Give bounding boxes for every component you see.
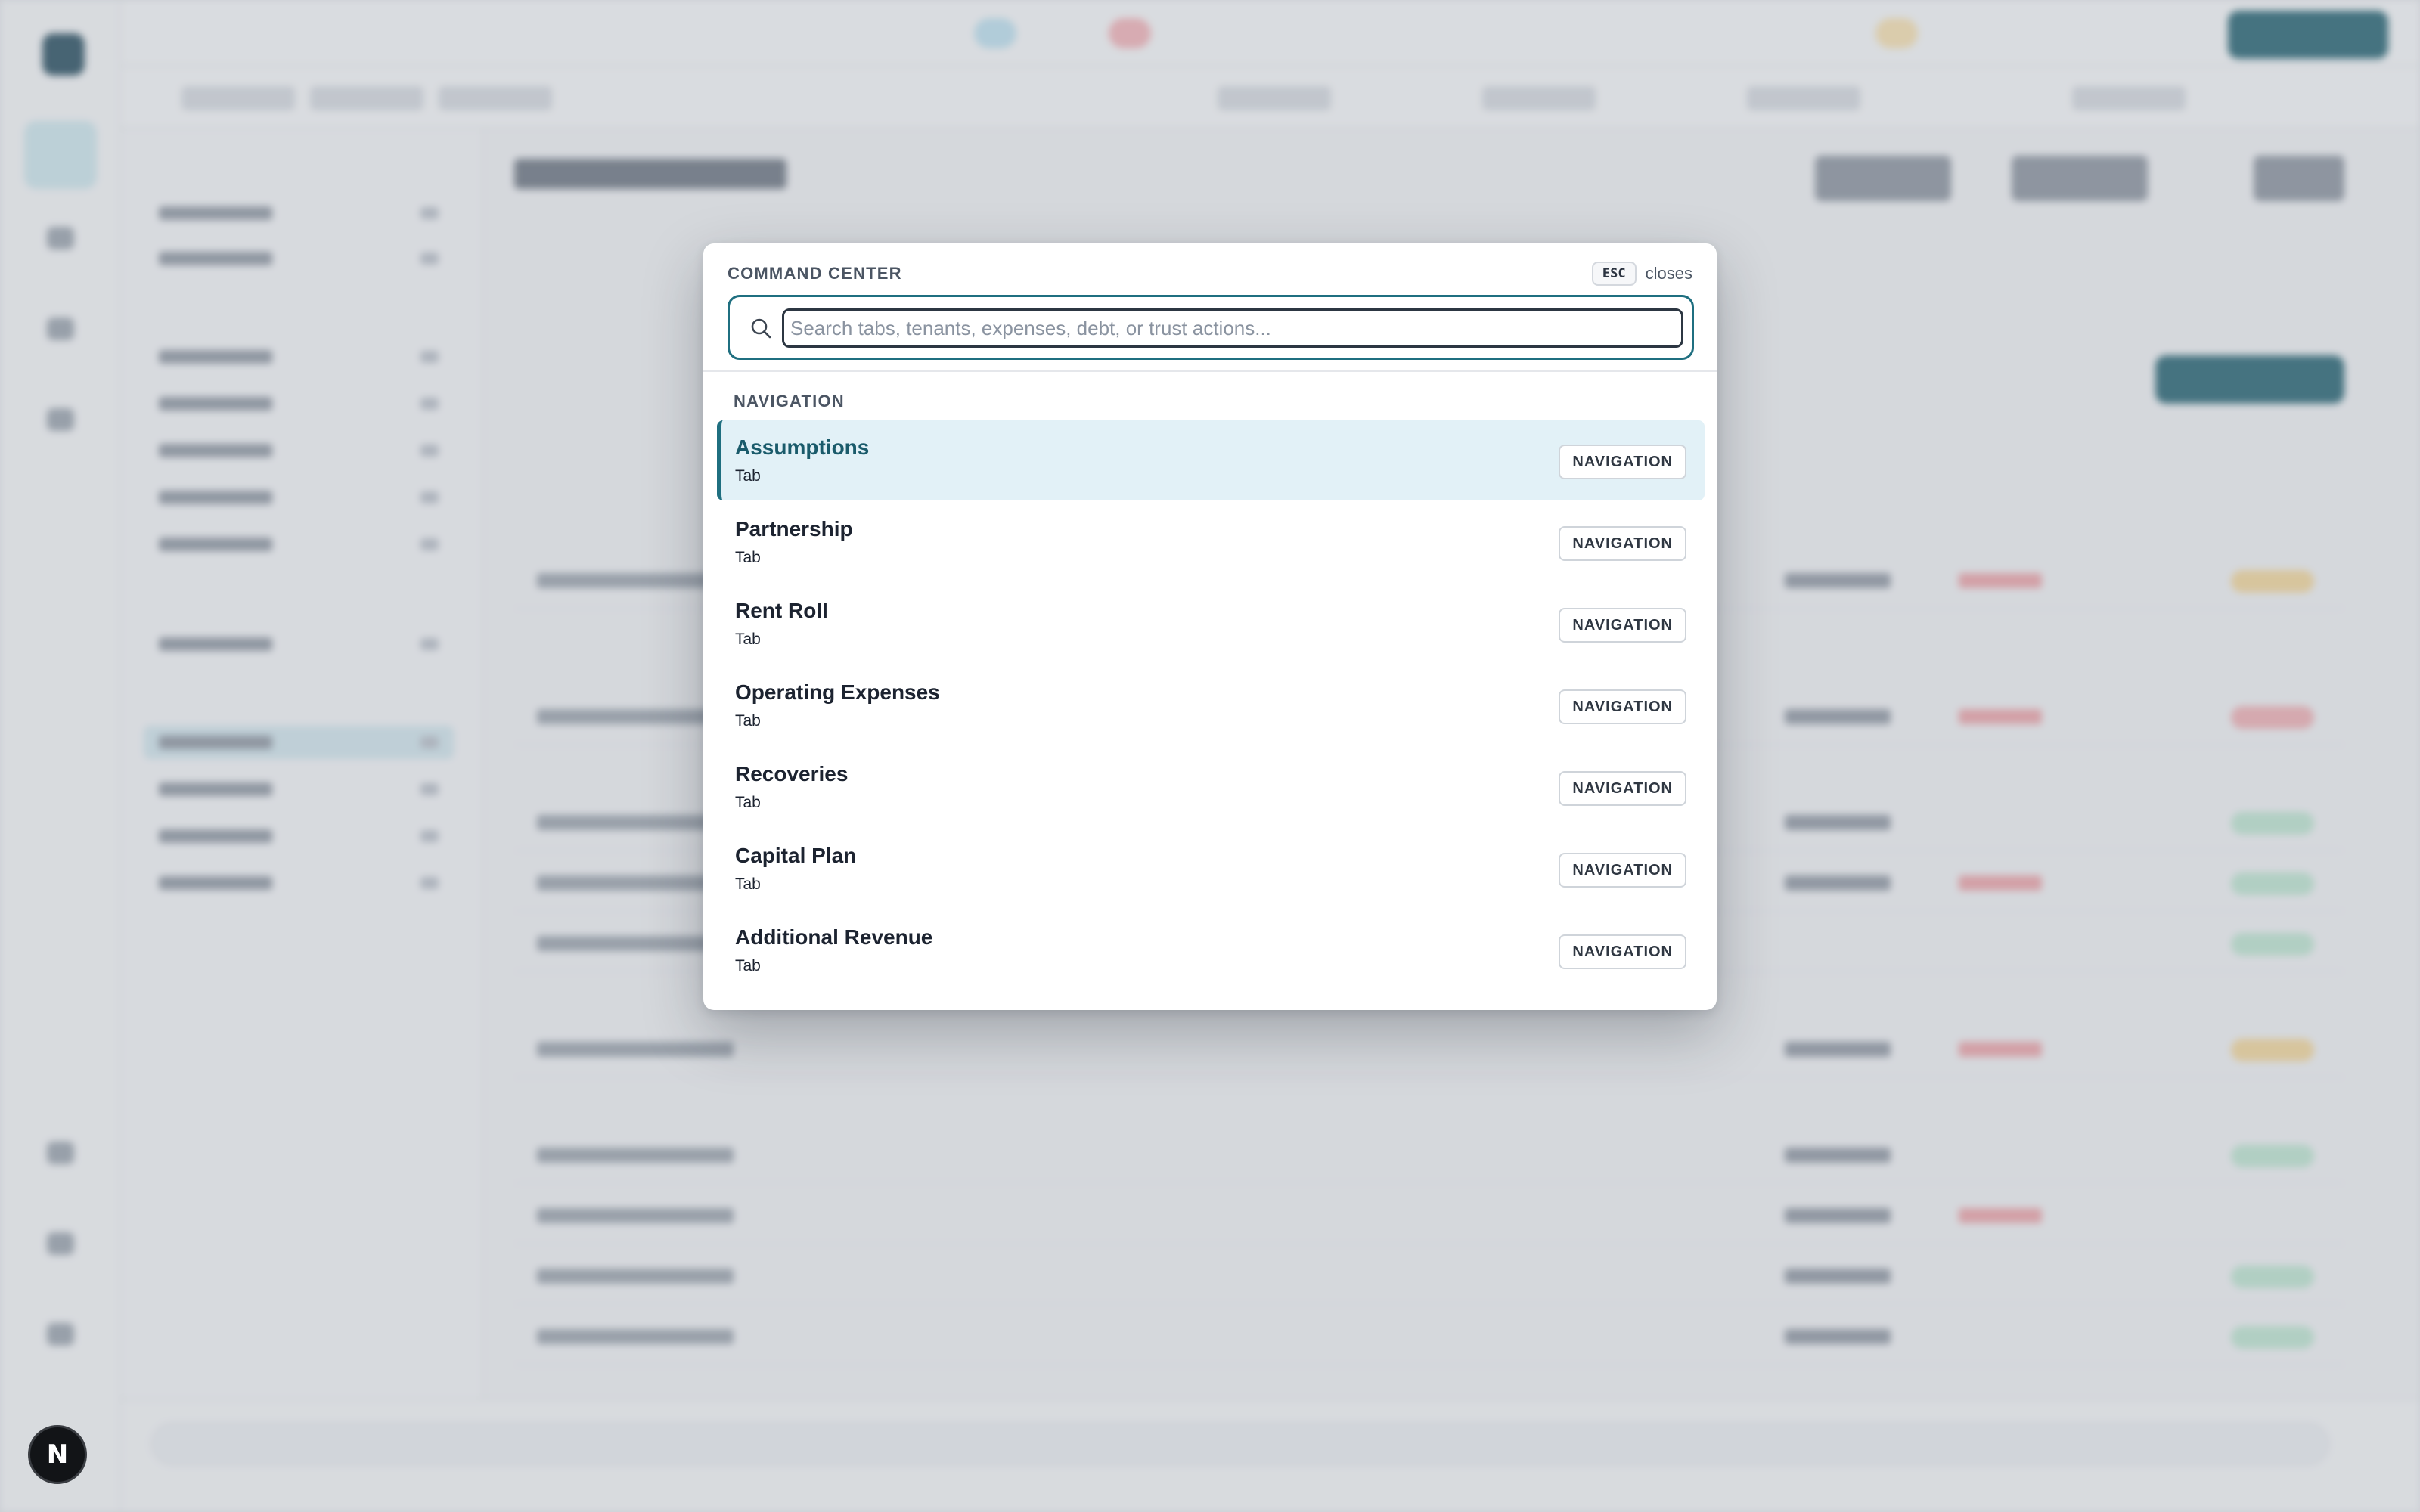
result-subtitle: Tab	[735, 467, 761, 485]
esc-key[interactable]: ESC	[1591, 262, 1637, 286]
result-category-badge: NAVIGATION	[1559, 853, 1686, 888]
result-label: Rent Roll	[735, 599, 828, 622]
result-category-badge: NAVIGATION	[1559, 689, 1686, 724]
command-palette: COMMAND CENTER ESC closes NAVIGATION Ass…	[703, 243, 1717, 1010]
command-result-item[interactable]: Additional Revenue Tab NAVIGATION	[717, 910, 1705, 990]
result-category-badge: NAVIGATION	[1559, 608, 1686, 643]
command-result-item[interactable]: Assumptions Tab NAVIGATION	[717, 420, 1705, 500]
search-icon	[751, 318, 771, 339]
command-result-item[interactable]: Partnership Tab NAVIGATION	[717, 502, 1705, 582]
result-label: Assumptions	[735, 435, 870, 459]
result-category-badge: NAVIGATION	[1559, 771, 1686, 806]
command-result-item[interactable]: Operating Expenses Tab NAVIGATION	[717, 665, 1705, 745]
result-subtitle: Tab	[735, 794, 761, 811]
result-label: Capital Plan	[735, 844, 857, 867]
close-hint-text: closes	[1645, 264, 1692, 283]
result-subtitle: Tab	[735, 875, 761, 893]
palette-divider	[703, 370, 1717, 372]
command-result-item[interactable]: Capital Plan Tab NAVIGATION	[717, 829, 1705, 909]
result-category-badge: NAVIGATION	[1559, 445, 1686, 479]
command-result-item[interactable]: Recoveries Tab NAVIGATION	[717, 747, 1705, 827]
next-devtools-icon[interactable]: N	[28, 1425, 87, 1484]
result-subtitle: Tab	[735, 549, 761, 566]
devtools-letter: N	[46, 1439, 69, 1470]
result-label: Recoveries	[735, 762, 849, 785]
results-list: Assumptions Tab NAVIGATION Partnership Tab NA…	[717, 420, 1705, 992]
search-field	[728, 295, 1694, 360]
result-subtitle: Tab	[735, 712, 761, 730]
palette-header: COMMAND CENTER ESC closes	[728, 260, 1692, 287]
result-category-badge: NAVIGATION	[1559, 526, 1686, 561]
result-subtitle: Tab	[735, 957, 761, 974]
close-hint: ESC closes	[1591, 262, 1692, 286]
result-label: Operating Expenses	[735, 680, 940, 704]
result-label: Additional Revenue	[735, 925, 933, 949]
palette-title: COMMAND CENTER	[728, 264, 902, 283]
result-category-badge: NAVIGATION	[1559, 934, 1686, 969]
group-label-navigation: NAVIGATION	[734, 392, 845, 411]
command-result-item[interactable]: Rent Roll Tab NAVIGATION	[717, 584, 1705, 664]
result-subtitle: Tab	[735, 631, 761, 648]
search-input[interactable]	[782, 308, 1683, 348]
result-label: Partnership	[735, 517, 853, 541]
